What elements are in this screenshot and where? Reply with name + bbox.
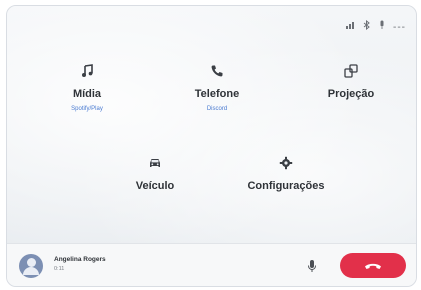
tile-veiculo-label: Veículo bbox=[135, 180, 175, 192]
tile-midia-label: Mídia bbox=[72, 88, 102, 100]
microphone-status-icon bbox=[379, 20, 385, 35]
tile-midia-subtitle: Spotify/Play bbox=[71, 106, 103, 112]
gear-icon bbox=[279, 156, 293, 174]
tile-telefone-label: Telefone bbox=[194, 88, 240, 100]
bluetooth-icon bbox=[363, 19, 371, 35]
phone-icon bbox=[210, 64, 224, 82]
call-duration: 0:11 bbox=[54, 266, 65, 272]
status-text: --- bbox=[393, 21, 406, 33]
avatar-body bbox=[23, 267, 39, 275]
end-call-button[interactable] bbox=[340, 253, 406, 278]
tile-configuracoes[interactable]: Configurações bbox=[221, 156, 351, 192]
music-note-icon bbox=[80, 64, 94, 82]
tile-telefone-subtitle: Discord bbox=[206, 106, 228, 112]
end-call-icon bbox=[364, 261, 382, 271]
signal-icon bbox=[345, 20, 355, 35]
caller-name: Angelina Rogers bbox=[54, 256, 106, 263]
status-bar: --- bbox=[345, 19, 406, 35]
tile-telefone[interactable]: Telefone Discord bbox=[167, 64, 267, 112]
infotainment-screen: --- Mídia Spotify/Play Telefone Discord … bbox=[6, 5, 417, 287]
projection-icon bbox=[344, 64, 358, 82]
tile-midia[interactable]: Mídia Spotify/Play bbox=[37, 64, 137, 112]
microphone-icon[interactable] bbox=[303, 256, 321, 276]
tile-configuracoes-label: Configurações bbox=[247, 180, 325, 192]
avatar-head bbox=[26, 258, 36, 267]
call-bar: Angelina Rogers 0:11 bbox=[7, 243, 416, 286]
tile-projecao-label: Projeção bbox=[327, 88, 375, 100]
tile-veiculo[interactable]: Veículo bbox=[105, 156, 205, 192]
tile-projecao[interactable]: Projeção bbox=[301, 64, 401, 100]
avatar[interactable] bbox=[19, 254, 43, 278]
car-icon bbox=[148, 156, 162, 174]
